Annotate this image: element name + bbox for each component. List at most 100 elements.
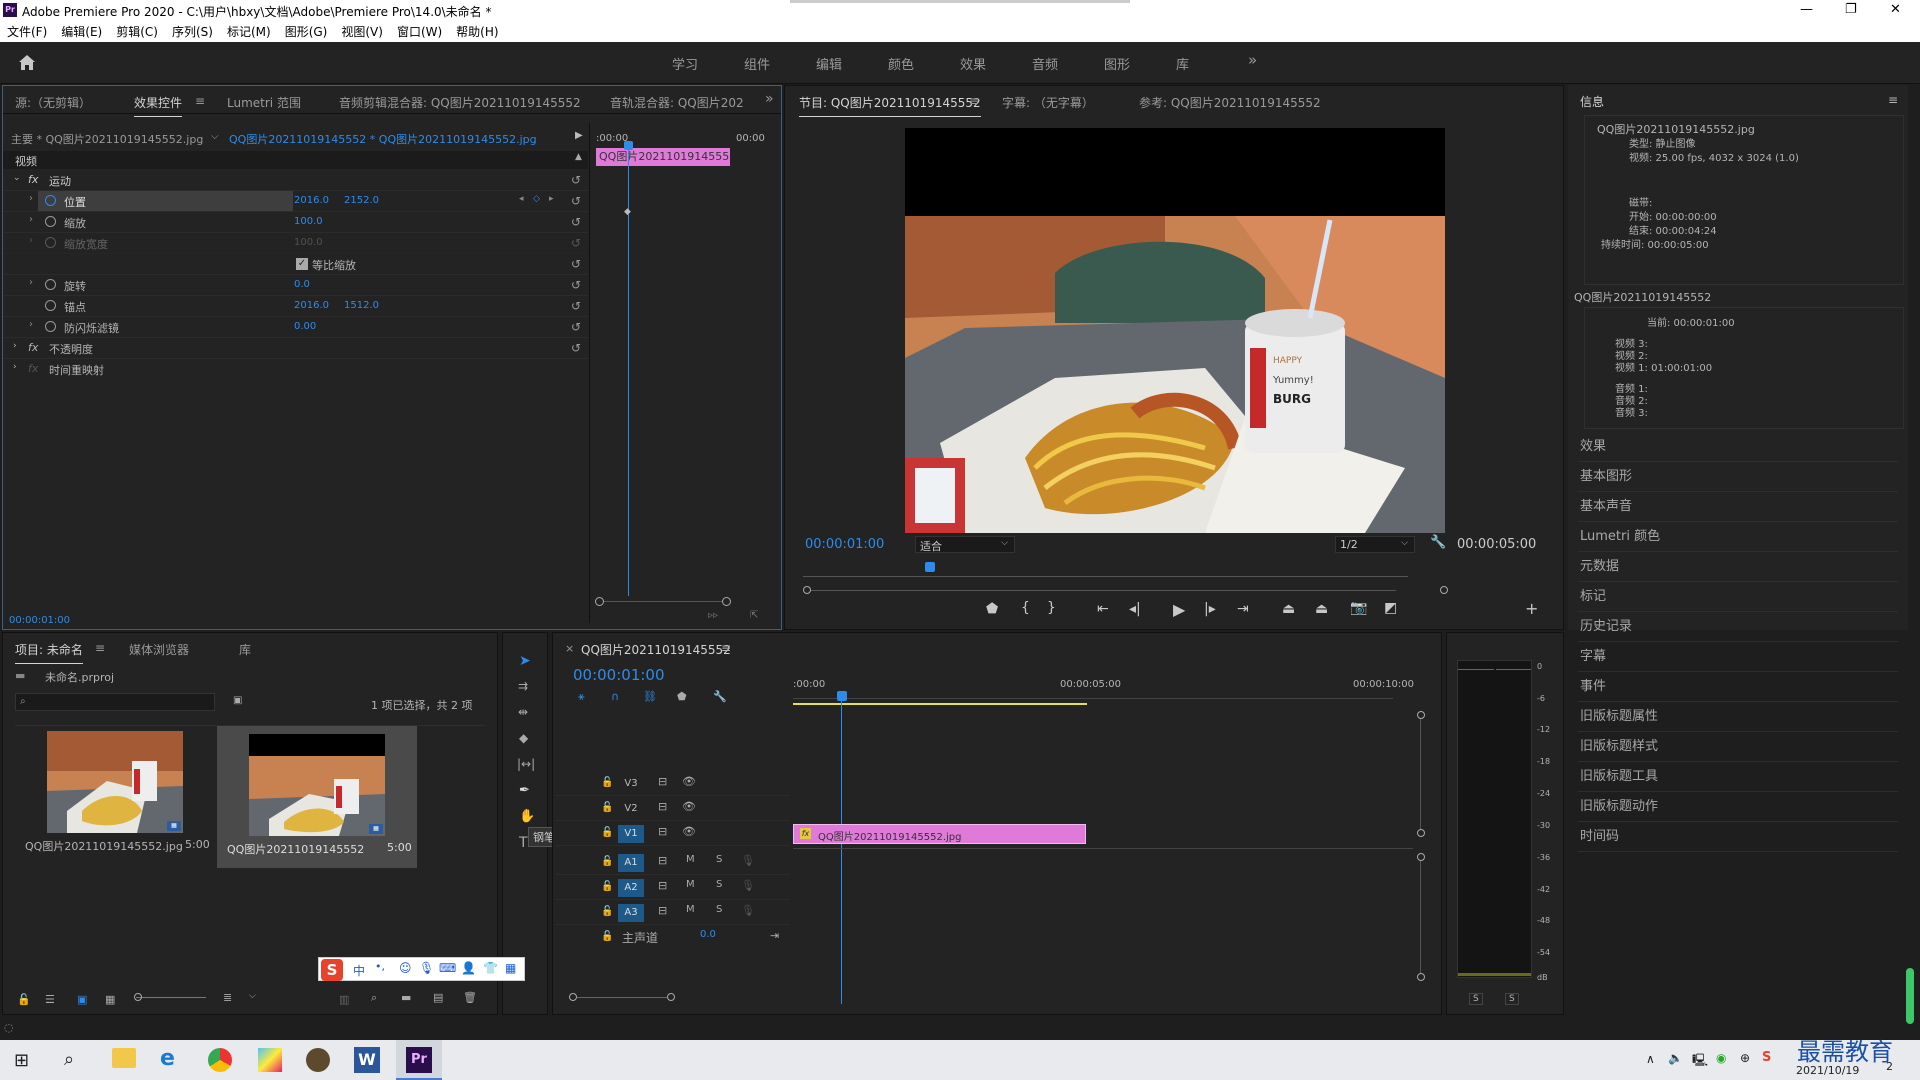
anchor-x-value[interactable]: 2016.0 [294, 300, 329, 311]
time-ruler[interactable] [793, 691, 1393, 699]
automate-icon[interactable]: ▥ [339, 993, 349, 1006]
add-marker-icon[interactable]: ⬟ [986, 601, 998, 617]
uniform-scale-checkbox[interactable]: ✓ [296, 258, 308, 270]
find-icon[interactable]: ⌕ [371, 991, 377, 1005]
menu-sequence[interactable]: 序列(S) [172, 22, 213, 42]
slip-tool-icon[interactable]: |↔| [517, 757, 535, 771]
rotation-value[interactable]: 0.0 [294, 279, 310, 290]
menu-view[interactable]: 视图(V) [341, 22, 383, 42]
network-icon[interactable]: 🖳 [1692, 1051, 1708, 1072]
anchor-y-value[interactable]: 1512.0 [344, 300, 379, 311]
time-remap-row[interactable]: › fx 时间重映射 [3, 359, 588, 380]
eye-icon[interactable]: 👁 [682, 800, 696, 813]
track-master[interactable]: 🔓 主声道 0.0 ⇥ [556, 926, 790, 950]
linked-selection-icon[interactable]: ⛓ [643, 690, 657, 703]
new-bin-icon[interactable]: ▬ [401, 991, 411, 1004]
sync-lock-icon[interactable]: ⊟ [658, 879, 667, 892]
collapse-icon[interactable]: ▲ [575, 152, 582, 162]
v-scroll-handle-bottom[interactable] [1417, 829, 1425, 837]
mute-button[interactable]: M [686, 904, 695, 915]
track-label[interactable]: A3 [618, 904, 644, 922]
tab-project[interactable]: 项目: 未命名 [15, 641, 83, 664]
workspace-audio[interactable]: 音频 [1032, 54, 1058, 73]
freeform-view-icon[interactable]: ▦ [105, 993, 115, 1006]
export-icon[interactable]: ⇱ [750, 610, 758, 621]
zoom-slider[interactable] [136, 997, 206, 998]
tab-captions[interactable]: 字幕: （无字幕） [1002, 94, 1094, 111]
reset-icon[interactable]: ↺ [571, 257, 581, 271]
track-label[interactable]: V3 [618, 775, 644, 793]
maximize-icon[interactable]: ❐ [1845, 2, 1857, 17]
type-tool-icon[interactable]: T [519, 835, 528, 851]
workspace-assembly[interactable]: 组件 [744, 54, 770, 73]
tab-reference[interactable]: 参考: QQ图片20211019145552 [1139, 94, 1321, 111]
motion-row[interactable]: ⌄ fx 运动 ↺ [3, 170, 588, 191]
menu-file[interactable]: 文件(F) [7, 22, 47, 42]
more-tabs-icon[interactable]: » [765, 91, 774, 107]
uniform-scale-row[interactable]: ✓ 等比缩放 ↺ [3, 254, 588, 275]
master-clip-label[interactable]: 主要 * QQ图片20211019145552.jpg [11, 131, 203, 147]
lift-icon[interactable]: ⏏ [1282, 601, 1295, 617]
lock-icon[interactable]: 🔓 [601, 827, 613, 838]
tab-menu-icon[interactable]: ≡ [95, 641, 105, 655]
zoom-slider-handle[interactable] [134, 993, 142, 1001]
solo-button[interactable]: S [716, 879, 722, 890]
timeline-playhead-handle[interactable] [837, 691, 847, 701]
expand-icon[interactable]: › [13, 341, 17, 351]
flicker-value[interactable]: 0.00 [294, 321, 316, 332]
ime-punct-label[interactable]: •, [375, 960, 385, 973]
fit-dropdown[interactable]: 适合 ⌵ [915, 536, 1015, 553]
tab-menu-icon[interactable]: ≡ [969, 94, 979, 108]
zoom-scrollbar[interactable] [604, 601, 722, 602]
hand-tool-icon[interactable]: ✋ [519, 809, 535, 824]
sync-lock-icon[interactable]: ⊟ [658, 800, 667, 813]
tab-menu-icon[interactable]: ≡ [721, 641, 731, 655]
menu-help[interactable]: 帮助(H) [456, 22, 498, 42]
motion-toggle-icon[interactable]: ⌄ [13, 173, 21, 183]
sort-icon[interactable]: ≣ [223, 991, 232, 1004]
clip-selector[interactable]: QQ图片20211019145552 * QQ图片20211019145552.… [229, 131, 537, 147]
step-back-icon[interactable]: ◂| [1129, 601, 1141, 617]
effect-timeline[interactable]: :00:00 00:00 QQ图片20211019145552.jpg ◆ ▹▹… [589, 123, 781, 623]
ec-clip-bar[interactable]: QQ图片20211019145552.jpg [596, 148, 730, 166]
keyframe-icon[interactable]: ◆ [624, 207, 631, 217]
menu-edit[interactable]: 编辑(E) [61, 22, 102, 42]
scroll-handle-right[interactable] [1440, 586, 1448, 594]
workspace-effects[interactable]: 效果 [960, 54, 986, 73]
track-a2[interactable]: 🔓 A2 ⊟ M S 🎙 [556, 876, 790, 900]
lock-icon[interactable]: 🔓 [601, 777, 613, 788]
panel-markers[interactable]: 标记 [1578, 582, 1898, 612]
panel-events[interactable]: 事件 [1578, 672, 1898, 702]
mark-in-icon[interactable]: { [1021, 600, 1030, 616]
track-label[interactable]: V1 [618, 825, 644, 843]
panel-legacy-title-styles[interactable]: 旧版标题样式 [1578, 732, 1898, 762]
search-icon[interactable]: ⌕ [64, 1049, 74, 1070]
reset-icon[interactable]: ↺ [571, 173, 581, 187]
tab-lumetri-scopes[interactable]: Lumetri 范围 [227, 94, 301, 111]
filter-icon[interactable]: ▹▹ [708, 610, 718, 621]
tab-library[interactable]: 库 [239, 641, 251, 658]
toolbox-icon[interactable]: ▦ [505, 961, 516, 975]
play-icon[interactable]: ▶ [1173, 600, 1185, 619]
icon-view-icon[interactable]: ▣ [77, 993, 87, 1006]
lock-icon[interactable]: 🔓 [601, 856, 613, 867]
timeline-playhead[interactable] [841, 699, 842, 1004]
panel-legacy-title-actions[interactable]: 旧版标题动作 [1578, 792, 1898, 822]
go-to-in-icon[interactable]: ⇤ [1097, 601, 1109, 617]
stopwatch-icon[interactable] [45, 279, 56, 290]
sogou-tray-icon[interactable]: S [1762, 1050, 1771, 1065]
stopwatch-icon[interactable] [45, 300, 56, 311]
h-scroll-handle-left[interactable] [569, 993, 577, 1001]
menu-graphics[interactable]: 图形(G) [285, 22, 328, 42]
eye-icon[interactable]: 👁 [682, 775, 696, 788]
horizontal-scrollbar[interactable] [577, 997, 667, 998]
track-label[interactable]: A2 [618, 879, 644, 897]
program-timecode[interactable]: 00:00:01:00 [805, 537, 884, 552]
menu-markers[interactable]: 标记(M) [227, 22, 271, 42]
reset-icon[interactable]: ↺ [571, 341, 581, 355]
prev-keyframe-icon[interactable]: ◂ [519, 194, 524, 204]
reset-icon[interactable]: ↺ [571, 299, 581, 313]
new-item-icon[interactable]: ▤ [433, 991, 443, 1004]
nest-icon[interactable]: ⚹ [578, 690, 585, 704]
resolution-dropdown[interactable]: 1/2 ⌵ [1335, 536, 1415, 553]
